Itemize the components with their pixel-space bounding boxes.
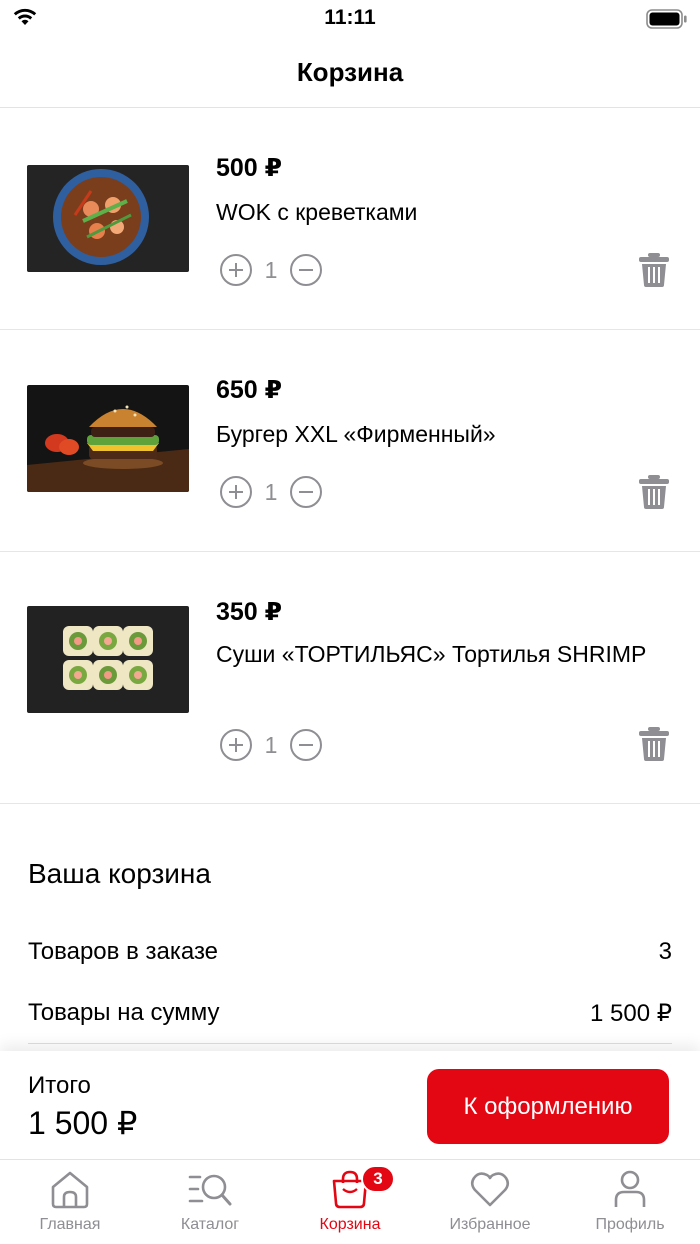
item-price: 500 ₽ [216,154,283,182]
tab-label: Каталог [180,1216,240,1233]
plus-circle-icon[interactable] [219,253,253,287]
battery-icon [646,9,687,29]
items-count-value: 3 [658,938,672,965]
quantity-value: 1 [264,478,278,505]
item-image-burger[interactable] [27,385,189,492]
plus-circle-icon[interactable] [219,728,253,762]
checkout-bar: Итого 1 500 ₽ К оформлению [0,1051,700,1159]
quantity-stepper: 1 [219,475,323,509]
total-label: Итого [28,1072,91,1099]
heart-icon [470,1172,510,1207]
status-time: 11:11 [324,6,376,29]
summary-title: Ваша корзина [28,858,211,889]
person-icon [614,1170,646,1207]
summary-items-row: Товаров в заказе 3 [28,938,672,966]
tab-bar: Главная Каталог Корзина Избранное Профил… [0,1159,700,1244]
minus-circle-icon[interactable] [289,475,323,509]
checkout-button[interactable]: К оформлению [427,1069,669,1144]
items-count-label: Товаров в заказе [28,938,219,965]
tab-profile[interactable]: Профиль [560,1160,700,1244]
home-icon [51,1171,89,1209]
navigation-bar: Корзина [0,40,700,108]
items-sum-value: 1 500 ₽ [590,1000,672,1027]
item-price: 350 ₽ [216,598,283,626]
tab-label: Корзина [319,1216,381,1233]
trash-icon[interactable] [638,252,670,288]
cart-item: 350 ₽ Суши «ТОРТИЛЬЯС» Тортилья SHRIMP 1 [0,552,700,804]
trash-icon[interactable] [638,474,670,510]
quantity-stepper: 1 [219,728,323,762]
total-value: 1 500 ₽ [28,1105,138,1141]
catalog-search-icon [188,1174,232,1206]
page-title: Корзина [296,57,404,87]
tab-favorites[interactable]: Избранное [420,1160,560,1244]
cart-badge: 3 [361,1165,395,1193]
minus-circle-icon[interactable] [289,253,323,287]
status-bar: 11:11 [0,0,700,40]
summary-sum-row: Товары на сумму 1 500 ₽ [28,999,672,1028]
cart-item: 500 ₽ WOK с креветками 1 [0,108,700,330]
trash-icon[interactable] [638,726,670,762]
item-name[interactable]: WOK с креветками [216,196,656,228]
item-image-sushi[interactable] [27,606,189,713]
tab-home[interactable]: Главная [0,1160,140,1244]
minus-circle-icon[interactable] [289,728,323,762]
tab-catalog[interactable]: Каталог [140,1160,280,1244]
items-sum-label: Товары на сумму [28,999,220,1026]
tab-label: Профиль [595,1216,665,1233]
divider [28,1043,672,1044]
item-name[interactable]: Бургер XXL «Фирменный» [216,418,656,450]
quantity-value: 1 [264,731,278,758]
item-name[interactable]: Суши «ТОРТИЛЬЯС» Тортилья SHRIMP [216,638,656,670]
item-image-wok[interactable] [27,165,189,272]
quantity-stepper: 1 [219,253,323,287]
item-price: 650 ₽ [216,376,283,404]
cart-item: 650 ₽ Бургер XXL «Фирменный» 1 [0,330,700,552]
plus-circle-icon[interactable] [219,475,253,509]
quantity-value: 1 [264,256,278,283]
tab-cart[interactable]: Корзина [280,1160,420,1244]
tab-label: Главная [39,1216,101,1233]
tab-label: Избранное [449,1216,531,1233]
